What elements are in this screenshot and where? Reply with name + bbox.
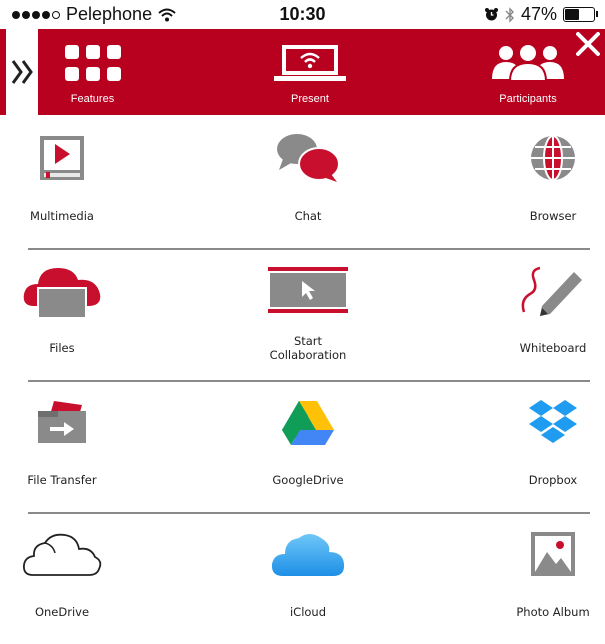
tab-features[interactable]: Features <box>50 29 135 115</box>
start-collaboration-label: Start Collaboration <box>269 334 347 362</box>
photo-album-icon <box>531 532 575 576</box>
file-transfer-label: File Transfer <box>27 473 97 487</box>
dropbox-button[interactable]: Dropbox <box>483 382 605 512</box>
browser-label: Browser <box>529 209 577 223</box>
battery-icon <box>563 7 598 22</box>
chat-label: Chat <box>294 209 322 223</box>
icloud-label: iCloud <box>289 605 327 619</box>
multimedia-label: Multimedia <box>30 209 94 223</box>
onedrive-label: OneDrive <box>34 605 90 619</box>
app-logo <box>6 29 38 115</box>
start-collaboration-button[interactable]: Start Collaboration <box>238 250 378 380</box>
browser-button[interactable]: Browser <box>483 118 605 248</box>
feature-row-4: OneDrive iCloud Photo Album <box>0 514 605 644</box>
dropbox-label: Dropbox <box>528 473 578 487</box>
file-transfer-button[interactable]: File Transfer <box>0 382 132 512</box>
bluetooth-icon <box>505 6 514 23</box>
dropbox-icon <box>529 400 577 443</box>
status-bar: Pelephone 10:30 47% <box>0 0 605 28</box>
feature-row-2: Files Start Collaboration Whiteboard <box>0 250 605 380</box>
battery-percent: 47% <box>520 4 557 24</box>
whiteboard-label: Whiteboard <box>519 341 587 355</box>
top-toolbar: Features Present Participants <box>0 29 605 115</box>
tab-participants-label: Participants <box>499 93 557 105</box>
multimedia-icon <box>40 136 84 180</box>
photo-album-label: Photo Album <box>516 605 590 619</box>
feature-row-1: Multimedia Chat Browser <box>0 118 605 248</box>
multimedia-button[interactable]: Multimedia <box>0 118 132 248</box>
onedrive-button[interactable]: OneDrive <box>0 514 132 644</box>
whiteboard-pen-icon <box>521 266 582 316</box>
tab-present[interactable]: Present <box>266 29 354 115</box>
google-drive-icon <box>282 401 334 445</box>
grid-icon <box>64 45 121 81</box>
files-label: Files <box>49 341 75 355</box>
collaboration-icon <box>268 267 348 313</box>
files-button[interactable]: Files <box>0 250 132 380</box>
tab-features-label: Features <box>70 93 115 105</box>
googledrive-label: GoogleDrive <box>272 473 344 487</box>
photo-album-button[interactable]: Photo Album <box>483 514 605 644</box>
icloud-icon <box>271 534 345 576</box>
alarm-icon <box>484 8 498 21</box>
whiteboard-button[interactable]: Whiteboard <box>483 250 605 380</box>
chat-icon <box>277 134 340 182</box>
cloud-files-icon <box>23 268 101 319</box>
onedrive-cloud-icon <box>23 533 102 576</box>
icloud-button[interactable]: iCloud <box>238 514 378 644</box>
participants-icon <box>492 43 564 82</box>
googledrive-button[interactable]: GoogleDrive <box>238 382 378 512</box>
close-icon[interactable] <box>575 31 601 57</box>
tab-present-label: Present <box>291 93 329 105</box>
file-transfer-icon <box>38 401 86 443</box>
globe-icon <box>531 135 575 181</box>
feature-row-3: File Transfer GoogleDrive Dropbox <box>0 382 605 512</box>
tab-participants[interactable]: Participants <box>490 29 566 115</box>
laptop-wifi-icon <box>274 45 346 81</box>
chat-button[interactable]: Chat <box>238 118 378 248</box>
